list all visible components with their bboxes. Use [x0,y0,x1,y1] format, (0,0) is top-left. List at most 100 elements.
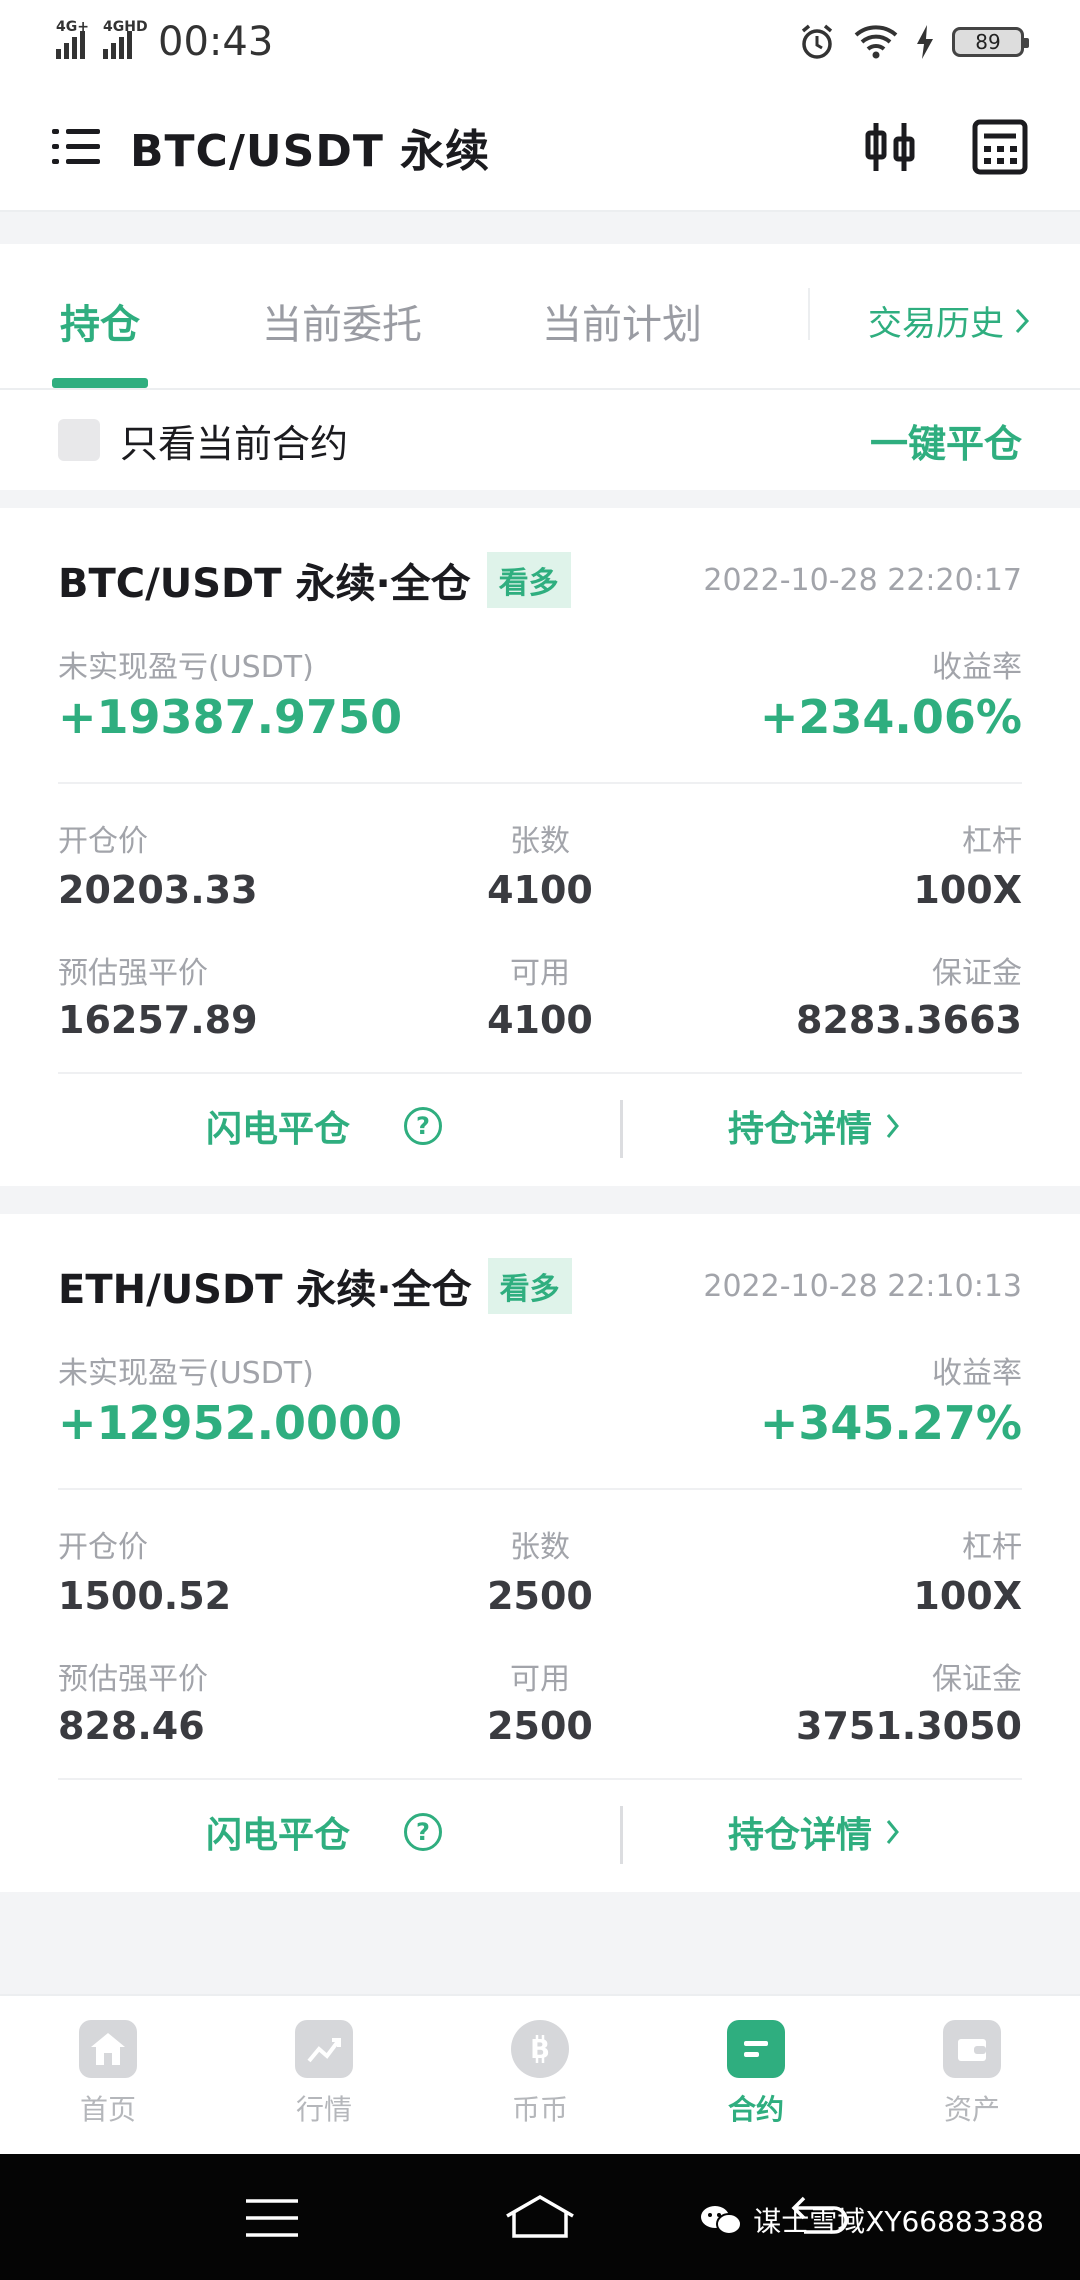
wifi-icon [854,25,898,59]
nav-label: 首页 [79,2093,136,2126]
tab-current-orders[interactable]: 当前委托 [262,292,422,350]
position-pair: BTC/USDT 永续·全仓 [58,561,471,607]
flash-close-button[interactable]: 闪电平仓 ? [206,1806,443,1858]
help-icon[interactable]: ? [404,1813,443,1851]
contracts-value: 2500 [487,1574,593,1618]
watermark-text: 谋士雪域XY66883388 [753,2205,1044,2238]
unrealized-pnl-value: +12952.0000 [58,1396,403,1450]
wechat-icon [701,2206,743,2235]
margin-value: 8283.3663 [796,998,1022,1042]
app-header: BTC/USDT 永续 [0,84,1080,212]
leverage-value: 100X [913,868,1022,912]
liquidation-price-label: 预估强平价 [58,956,208,991]
clock: 00:43 [158,19,274,65]
nav-contract[interactable]: 合约 [648,1996,864,2154]
tab-bar: 持仓 当前委托 当前计划 交易历史 [0,244,1080,390]
menu-icon[interactable] [246,2198,298,2238]
leverage-label: 杠杆 [962,824,1022,859]
leverage-label: 杠杆 [962,1530,1022,1565]
watermark: 谋士雪域XY66883388 [699,2200,1044,2240]
trade-history-label: 交易历史 [868,304,1004,344]
position-details-button[interactable]: 持仓详情 [728,1100,900,1152]
flash-close-label: 闪电平仓 [206,1815,351,1856]
alarm-icon [801,24,833,59]
nav-label: 币币 [511,2093,568,2126]
home-icon[interactable] [504,2194,576,2240]
divider [620,1100,623,1158]
open-price-value: 1500.52 [58,1574,232,1618]
bitcoin-icon: B [511,2020,569,2078]
position-timestamp: 2022-10-28 22:10:13 [703,1268,1022,1304]
liquidation-price-value: 16257.89 [58,998,258,1042]
position-details-label: 持仓详情 [728,1109,873,1150]
roe-value: +345.27% [759,1396,1022,1450]
side-badge: 看多 [487,1258,572,1314]
position-details-button[interactable]: 持仓详情 [728,1806,900,1858]
signal-icon: 4GHD [103,19,148,59]
divider [58,782,1022,784]
nav-label: 合约 [727,2093,784,2126]
help-icon[interactable]: ? [404,1107,443,1145]
contracts-label: 张数 [510,824,570,859]
tab-current-plans[interactable]: 当前计划 [542,292,702,350]
contracts-label: 张数 [510,1530,570,1565]
status-bar: 4G+ 4GHD 00:43 89 [0,0,1080,84]
available-label: 可用 [510,956,570,991]
divider [58,1072,1022,1074]
only-current-checkbox[interactable] [58,419,100,461]
liquidation-price-label: 预估强平价 [58,1662,208,1697]
contract-icon [727,2020,785,2078]
leverage-value: 100X [913,1574,1022,1618]
nav-market[interactable]: 行情 [216,1996,432,2154]
chevron-right-icon [886,1820,899,1844]
open-price-label: 开仓价 [58,1530,148,1565]
unrealized-pnl-label: 未实现盈亏(USDT) [58,650,314,685]
wallet-icon [943,2020,1001,2078]
trade-history-link[interactable]: 交易历史 [868,296,1030,345]
menu-icon[interactable] [52,127,100,167]
nav-assets[interactable]: 资产 [864,1996,1080,2154]
open-price-label: 开仓价 [58,824,148,859]
liquidation-price-value: 828.46 [58,1704,205,1748]
available-value: 4100 [487,998,593,1042]
close-all-button[interactable]: 一键平仓 [870,413,1022,468]
position-card: ETH/USDT 永续·全仓 看多 2022-10-28 22:10:13 未实… [0,1214,1080,1892]
position-pair: ETH/USDT 永续·全仓 [58,1267,472,1313]
charging-icon [917,25,933,59]
margin-label: 保证金 [932,956,1022,991]
candlestick-chart-icon[interactable] [862,119,918,175]
divider [58,1488,1022,1490]
side-badge: 看多 [486,552,571,608]
battery-level: 89 [975,30,1001,54]
open-price-value: 20203.33 [58,868,258,912]
contracts-value: 4100 [487,868,593,912]
unrealized-pnl-label: 未实现盈亏(USDT) [58,1356,314,1391]
flash-close-label: 闪电平仓 [206,1109,351,1150]
divider [620,1806,623,1864]
only-current-label: 只看当前合约 [120,421,349,466]
chevron-right-icon [1015,308,1030,333]
svg-text:B: B [530,2035,550,2065]
roe-label: 收益率 [932,650,1022,685]
nav-spot[interactable]: B 币币 [432,1996,648,2154]
position-details-label: 持仓详情 [728,1815,873,1856]
chart-icon [295,2020,353,2078]
position-header: BTC/USDT 永续·全仓 看多 2022-10-28 22:20:17 [58,550,1022,610]
available-value: 2500 [487,1704,593,1748]
system-navigation-bar: 谋士雪域XY66883388 [0,2154,1080,2280]
divider [808,288,810,340]
available-label: 可用 [510,1662,570,1697]
margin-value: 3751.3050 [796,1704,1022,1748]
flash-close-button[interactable]: 闪电平仓 ? [206,1100,443,1152]
home-icon [79,2020,137,2078]
nav-home[interactable]: 首页 [0,1996,216,2154]
tab-positions[interactable]: 持仓 [60,292,140,350]
unrealized-pnl-value: +19387.9750 [58,690,403,744]
signal-label: 4GHD [103,19,148,35]
calculator-icon[interactable] [972,119,1028,175]
position-header: ETH/USDT 永续·全仓 看多 2022-10-28 22:10:13 [58,1256,1022,1316]
chevron-right-icon [886,1114,899,1138]
page-title: BTC/USDT 永续 [130,126,491,177]
position-timestamp: 2022-10-28 22:20:17 [703,562,1022,598]
roe-label: 收益率 [932,1356,1022,1391]
